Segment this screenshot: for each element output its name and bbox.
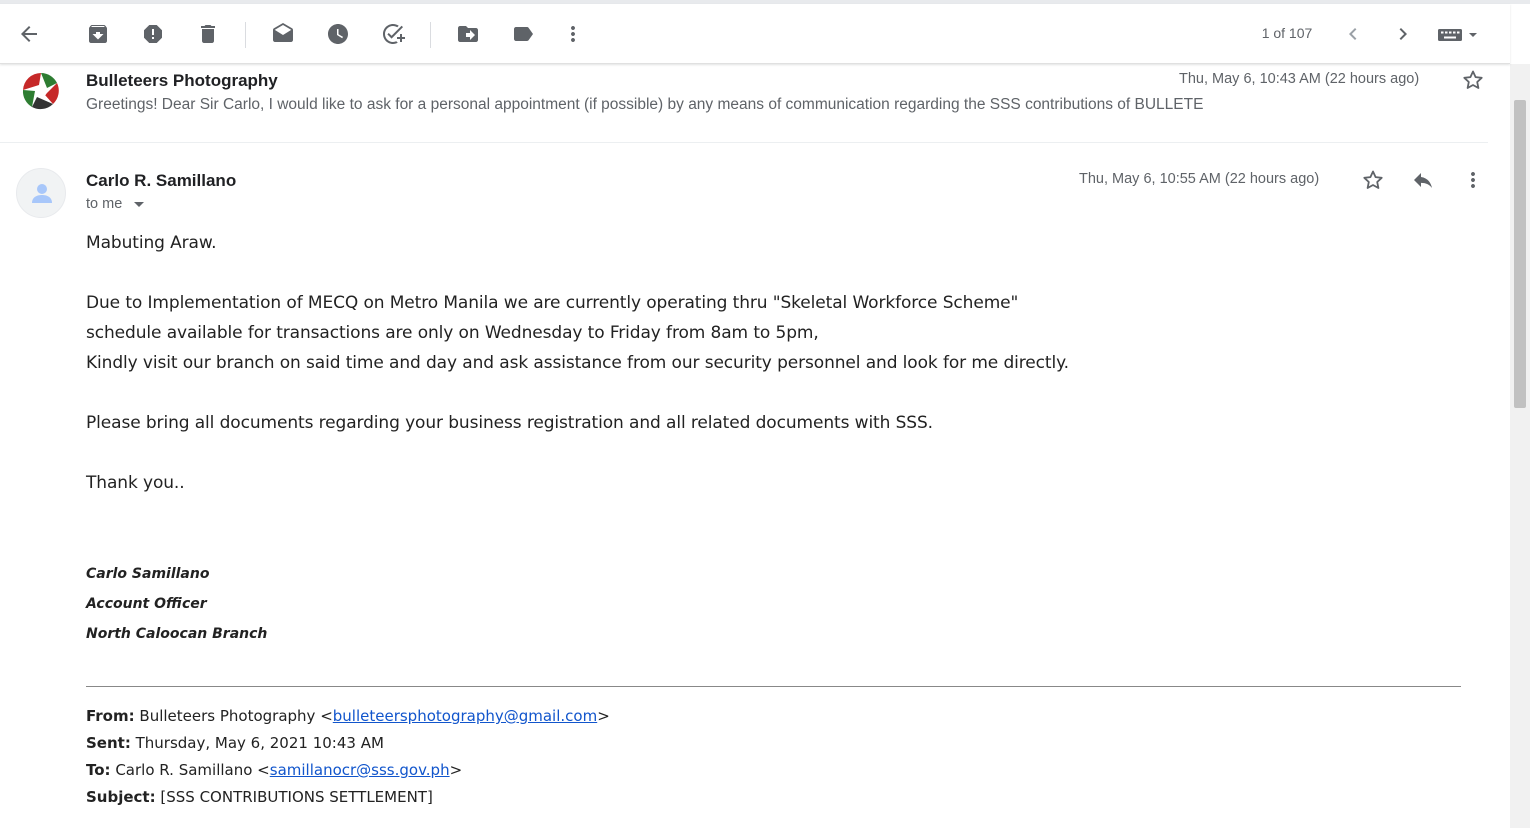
pagination-count: 1 of 107 (1261, 25, 1313, 41)
more-vert-icon[interactable] (1460, 167, 1486, 193)
quote-divider (86, 686, 1461, 687)
quoted-sent-line: Sent: Thursday, May 6, 2021 10:43 AM (86, 734, 384, 752)
body-line-2: schedule available for transactions are … (86, 323, 819, 343)
from-email-link[interactable]: bulleteersphotography@gmail.com (333, 707, 597, 725)
subject-value: [SSS CONTRIBUTIONS SETTLEMENT] (160, 788, 433, 806)
quoted-subject-line: Subject: [SSS CONTRIBUTIONS SETTLEMENT] (86, 788, 433, 806)
from-close: > (597, 707, 610, 725)
reply-icon[interactable] (1410, 167, 1436, 193)
vertical-scrollbar[interactable] (1510, 64, 1530, 828)
delete-icon[interactable] (194, 20, 222, 48)
archive-icon[interactable] (84, 20, 112, 48)
snooze-icon[interactable] (324, 20, 352, 48)
label-icon[interactable] (509, 20, 537, 48)
to-label: To: (86, 761, 111, 779)
quoted-from-line: From: Bulleteers Photography <bulleteers… (86, 707, 610, 725)
body-line-3: Kindly visit our branch on said time and… (86, 353, 1069, 373)
sender-avatar-logo (20, 70, 62, 112)
older-chevron-right-icon[interactable] (1389, 20, 1417, 48)
greeting-text: Mabuting Araw. (86, 233, 217, 253)
add-task-icon[interactable] (379, 20, 407, 48)
quoted-to-line: To: Carlo R. Samillano <samillanocr@sss.… (86, 761, 462, 779)
signature-branch: North Caloocan Branch (86, 626, 268, 642)
keyboard-icon[interactable] (1435, 20, 1481, 48)
sender-name: Carlo R. Samillano (86, 171, 237, 190)
message-toolbar: 1 of 107 (0, 4, 1510, 64)
signature-name: Carlo Samillano (86, 566, 210, 582)
signature-title: Account Officer (86, 596, 207, 612)
message-snippet: Greetings! Dear Sir Carlo, I would like … (86, 96, 1204, 113)
star-icon[interactable] (1460, 67, 1486, 93)
message-date: Thu, May 6, 10:55 AM (22 hours ago) (1079, 171, 1320, 187)
move-to-icon[interactable] (454, 20, 482, 48)
sent-value: Thursday, May 6, 2021 10:43 AM (135, 734, 384, 752)
body-line-1: Due to Implementation of MECQ on Metro M… (86, 293, 1019, 313)
from-name: Bulleteers Photography < (139, 707, 333, 725)
default-avatar (16, 168, 66, 218)
documents-note: Please bring all documents regarding you… (86, 413, 933, 433)
collapsed-message[interactable]: Bulleteers Photography Thu, May 6, 10:43… (0, 64, 1488, 143)
sender-name: Bulleteers Photography (86, 71, 278, 90)
from-label: From: (86, 707, 135, 725)
back-arrow-icon[interactable] (15, 20, 43, 48)
toolbar-divider (245, 22, 246, 48)
caret-down-icon (134, 201, 145, 207)
recipient-dropdown[interactable]: to me (86, 196, 145, 212)
to-close: > (449, 761, 463, 779)
recipient-label: to me (86, 196, 123, 212)
toolbar-divider (430, 22, 431, 48)
newer-chevron-left-icon[interactable] (1339, 20, 1367, 48)
thanks-text: Thank you.. (86, 473, 185, 493)
sent-label: Sent: (86, 734, 131, 752)
subject-label: Subject: (86, 788, 156, 806)
more-vert-icon[interactable] (559, 20, 587, 48)
mark-unread-icon[interactable] (269, 20, 297, 48)
to-email-link[interactable]: samillanocr@sss.gov.ph (270, 761, 450, 779)
scrollbar-thumb[interactable] (1514, 100, 1526, 408)
star-icon[interactable] (1360, 167, 1386, 193)
report-spam-icon[interactable] (139, 20, 167, 48)
message-date: Thu, May 6, 10:43 AM (22 hours ago) (1179, 71, 1420, 87)
to-name: Carlo R. Samillano < (115, 761, 270, 779)
